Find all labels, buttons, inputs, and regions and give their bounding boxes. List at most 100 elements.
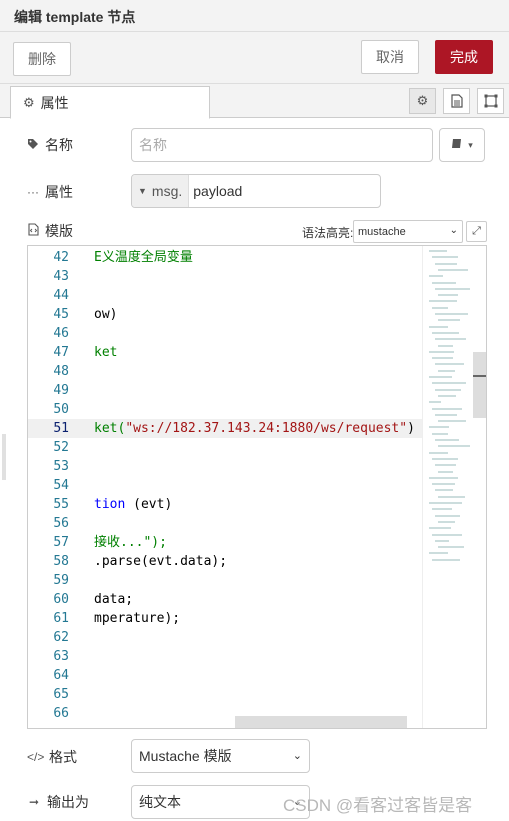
- code-line[interactable]: 42 E义温度全局变量: [28, 248, 422, 267]
- caret-down-icon: ▼: [138, 186, 147, 196]
- code-line[interactable]: 47 ket: [28, 343, 422, 362]
- chevron-down-icon: ⌄: [449, 225, 458, 236]
- code-text: E义温度全局变量: [94, 250, 193, 265]
- line-number: 54: [53, 478, 69, 493]
- output-value: 纯文本: [139, 794, 181, 810]
- code-line[interactable]: 52: [28, 438, 422, 457]
- format-value: Mustache 模版: [139, 748, 232, 764]
- code-icon: </>: [27, 750, 45, 764]
- property-type-selector[interactable]: ▼ msg.: [132, 175, 190, 207]
- expand-editor-button[interactable]: ⤢: [466, 221, 487, 242]
- code-text: .parse(evt.data);: [94, 554, 228, 569]
- syntax-highlight-value: mustache: [358, 225, 406, 238]
- caret-down-icon: ▾: [468, 139, 473, 150]
- editor-minimap[interactable]: [422, 246, 472, 728]
- code-line[interactable]: 46: [28, 324, 422, 343]
- minimap-line: [438, 420, 466, 423]
- code-line[interactable]: 48: [28, 362, 422, 381]
- line-number: 65: [53, 687, 69, 702]
- line-number: 43: [53, 269, 69, 284]
- tab-properties-label: 属性: [40, 94, 69, 111]
- appearance-tab-icon[interactable]: [477, 88, 504, 114]
- line-number: 59: [53, 573, 69, 588]
- code-line[interactable]: 62: [28, 628, 422, 647]
- line-number: 64: [53, 668, 69, 683]
- code-line[interactable]: 45 ow): [28, 305, 422, 324]
- property-typed-input[interactable]: ▼ msg. payload: [131, 174, 381, 208]
- line-number: 52: [53, 440, 69, 455]
- minimap-line: [435, 313, 468, 315]
- minimap-line: [438, 520, 455, 523]
- code-line[interactable]: 51 ket("ws://182.37.143.24:1880/ws/reques…: [28, 419, 422, 438]
- description-tab-icon[interactable]: [443, 88, 470, 114]
- code-line[interactable]: 49: [28, 381, 422, 400]
- settings-tab-icon[interactable]: ⚙: [409, 88, 436, 114]
- minimap-line: [435, 388, 461, 391]
- code-line[interactable]: 59: [28, 571, 422, 590]
- minimap-line: [429, 300, 457, 303]
- line-number: 48: [53, 364, 69, 379]
- line-number: 66: [53, 706, 69, 721]
- minimap-line: [438, 546, 464, 549]
- vertical-scrollbar[interactable]: [473, 352, 486, 418]
- code-line[interactable]: 56: [28, 514, 422, 533]
- minimap-line: [435, 413, 457, 416]
- name-label-row: 名称: [27, 135, 73, 155]
- code-text: ket("ws://182.37.143.24:1880/ws/request"…: [94, 421, 415, 436]
- done-button[interactable]: 完成: [435, 40, 493, 74]
- minimap-line: [438, 495, 465, 498]
- code-line[interactable]: 58 .parse(evt.data);: [28, 552, 422, 571]
- code-line[interactable]: 55 tion (evt): [28, 495, 422, 514]
- minimap-line: [438, 344, 453, 347]
- minimap-line: [432, 281, 456, 284]
- node-library-button[interactable]: ▾: [439, 128, 485, 162]
- tab-bar: ⚙ 属性 ⚙: [0, 84, 509, 119]
- property-value[interactable]: payload: [189, 183, 242, 199]
- code-line[interactable]: 53: [28, 457, 422, 476]
- minimap-line: [432, 306, 448, 309]
- cancel-button[interactable]: 取消: [361, 40, 419, 74]
- line-number: 53: [53, 459, 69, 474]
- code-editor[interactable]: 42 E义温度全局变量 43 44 45 ow) 46 47 ket 48 49 50 51 ket("w…: [27, 245, 487, 729]
- line-number: 42: [53, 250, 69, 265]
- code-line[interactable]: 44: [28, 286, 422, 305]
- code-line[interactable]: 65: [28, 685, 422, 704]
- line-number: 58: [53, 554, 69, 569]
- tab-properties[interactable]: ⚙ 属性: [10, 86, 210, 119]
- code-line[interactable]: 64: [28, 666, 422, 685]
- code-line[interactable]: 63: [28, 647, 422, 666]
- code-line[interactable]: 61 mperature);: [28, 609, 422, 628]
- line-number: 56: [53, 516, 69, 531]
- expand-icon: ⤢: [472, 225, 481, 237]
- minimap-line: [432, 331, 459, 334]
- output-label: 输出为: [47, 794, 89, 810]
- code-line[interactable]: 50: [28, 400, 422, 419]
- minimap-line: [432, 533, 462, 536]
- resize-handle[interactable]: [2, 434, 6, 480]
- line-number: 44: [53, 288, 69, 303]
- horizontal-scrollbar[interactable]: [235, 716, 407, 728]
- line-number: 51: [53, 421, 69, 436]
- minimap-line: [429, 275, 443, 278]
- minimap-line: [435, 338, 466, 341]
- line-number: 63: [53, 649, 69, 664]
- code-line[interactable]: 43: [28, 267, 422, 286]
- minimap-line: [429, 325, 448, 328]
- syntax-highlight-select[interactable]: mustache ⌄: [353, 220, 463, 243]
- code-line[interactable]: 54: [28, 476, 422, 495]
- code-line[interactable]: 57 接收...");: [28, 533, 422, 552]
- tag-icon: [27, 138, 39, 153]
- name-label: 名称: [45, 137, 73, 153]
- format-label-row: </> 格式: [27, 747, 77, 767]
- minimap-line: [429, 502, 462, 504]
- line-number: 50: [53, 402, 69, 417]
- line-number: 57: [53, 535, 69, 550]
- delete-button[interactable]: 删除: [13, 42, 71, 76]
- name-input[interactable]: 名称: [131, 128, 433, 162]
- minimap-line: [429, 401, 441, 404]
- minimap-line: [432, 483, 455, 486]
- format-select[interactable]: Mustache 模版 ⌄: [131, 739, 310, 773]
- code-text: 接收...");: [94, 535, 167, 550]
- minimap-line: [429, 552, 448, 555]
- code-line[interactable]: 60 data;: [28, 590, 422, 609]
